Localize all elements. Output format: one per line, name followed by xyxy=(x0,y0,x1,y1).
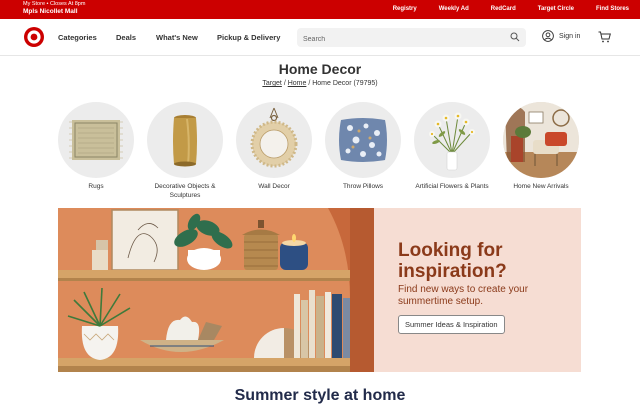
throw-pillow-image xyxy=(325,102,401,178)
nav-deals[interactable]: Deals xyxy=(116,33,156,42)
hero-image xyxy=(58,208,374,372)
store-hours: My Store • Closes At 8pm xyxy=(23,1,86,7)
breadcrumb-current: Home Decor (79795) xyxy=(312,80,378,87)
nav-categories[interactable]: Categories xyxy=(58,33,116,42)
category-label: Wall Decor xyxy=(258,183,290,190)
artificial-flowers-image xyxy=(414,102,490,178)
category-label: Decorative Objects & Sculptures xyxy=(154,183,216,199)
summer-ideas-button[interactable]: Summer Ideas & Inspiration xyxy=(398,315,505,334)
search-bar xyxy=(297,28,526,49)
redcard-link[interactable]: RedCard xyxy=(491,5,516,14)
find-stores-link[interactable]: Find Stores xyxy=(596,5,629,14)
registry-link[interactable]: Registry xyxy=(393,5,417,14)
hero-text-panel: Looking for inspiration? Find new ways t… xyxy=(374,208,581,372)
category-label: Artificial Flowers & Plants xyxy=(415,183,489,190)
category-artificial-flowers[interactable]: Artificial Flowers & Plants xyxy=(412,102,492,191)
category-decorative-objects[interactable]: Decorative Objects & Sculptures xyxy=(145,102,225,200)
cart-icon[interactable] xyxy=(598,31,611,43)
wall-mirror-image xyxy=(236,102,312,178)
account-icon xyxy=(542,30,554,42)
target-logo-icon[interactable] xyxy=(24,27,44,47)
category-home-new-arrivals[interactable]: Home New Arrivals xyxy=(501,102,581,191)
sign-in-button[interactable]: Sign in xyxy=(542,30,580,42)
hero-subtext: Find new ways to create your summertime … xyxy=(398,284,529,307)
page-title: Home Decor xyxy=(278,61,362,77)
main-nav: Categories Deals What's New Pickup & Del… xyxy=(58,33,297,42)
rug-image xyxy=(58,102,134,178)
decorative-vase-image xyxy=(147,102,223,178)
section-title: Summer style at home xyxy=(234,387,406,404)
sign-in-label: Sign in xyxy=(559,32,581,40)
nav-whats-new[interactable]: What's New xyxy=(156,33,217,42)
new-arrivals-room-image xyxy=(503,102,579,178)
target-circle-link[interactable]: Target Circle xyxy=(538,5,574,14)
search-icon[interactable] xyxy=(510,32,520,42)
category-rugs[interactable]: Rugs xyxy=(56,102,136,191)
search-input[interactable] xyxy=(297,30,497,49)
store-name: Mpls Nicollet Mall xyxy=(23,7,78,15)
hero-banner[interactable]: Looking for inspiration? Find new ways t… xyxy=(58,208,581,372)
utility-links: Registry Weekly Ad RedCard Target Circle… xyxy=(371,5,629,14)
category-label: Throw Pillows xyxy=(342,183,384,190)
hero-heading: Looking for inspiration? xyxy=(398,240,507,282)
my-store[interactable]: My Store • Closes At 8pm Mpls Nicollet M… xyxy=(23,1,86,15)
weekly-ad-link[interactable]: Weekly Ad xyxy=(439,5,469,14)
site-header: Categories Deals What's New Pickup & Del… xyxy=(0,19,640,56)
category-label: Rugs xyxy=(88,183,104,190)
utility-bar: My Store • Closes At 8pm Mpls Nicollet M… xyxy=(0,0,640,19)
breadcrumb-home[interactable]: Home xyxy=(288,80,307,87)
category-throw-pillows[interactable]: Throw Pillows xyxy=(323,102,403,191)
category-wall-decor[interactable]: Wall Decor xyxy=(234,102,314,191)
category-label: Home New Arrivals xyxy=(513,183,569,190)
breadcrumb-target[interactable]: Target xyxy=(262,80,281,87)
nav-pickup-delivery[interactable]: Pickup & Delivery xyxy=(217,33,297,42)
breadcrumb: Target / Home / Home Decor (79795) xyxy=(0,80,640,87)
